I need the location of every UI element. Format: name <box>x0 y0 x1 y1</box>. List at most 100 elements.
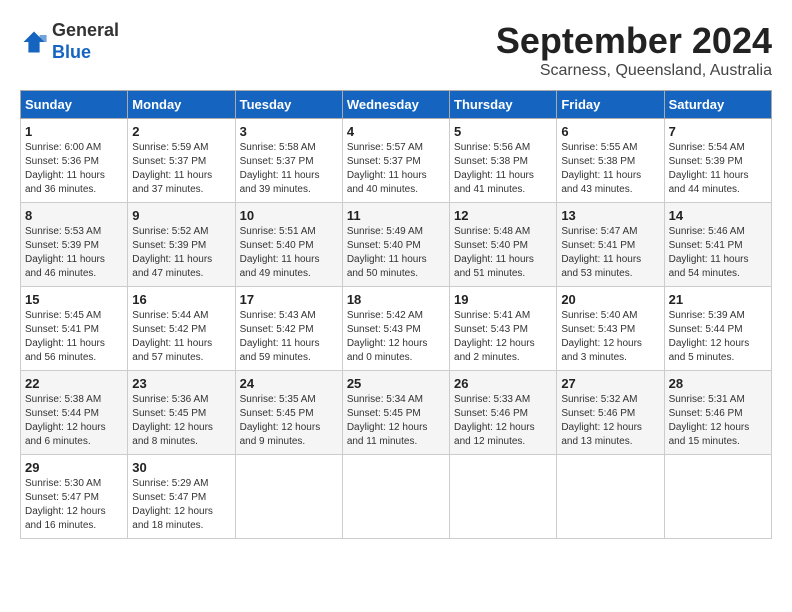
day-info: Sunrise: 5:55 AMSunset: 5:38 PMDaylight:… <box>561 141 659 197</box>
day-info: Sunrise: 5:45 AMSunset: 5:41 PMDaylight:… <box>25 309 123 365</box>
day-number: 17 <box>240 292 338 307</box>
table-row: 1 Sunrise: 6:00 AMSunset: 5:36 PMDayligh… <box>21 119 128 203</box>
table-row: 16 Sunrise: 5:44 AMSunset: 5:42 PMDaylig… <box>128 287 235 371</box>
calendar-table: Sunday Monday Tuesday Wednesday Thursday… <box>20 90 772 539</box>
day-number: 25 <box>347 376 445 391</box>
calendar-week-1: 1 Sunrise: 6:00 AMSunset: 5:36 PMDayligh… <box>21 119 772 203</box>
table-row: 29 Sunrise: 5:30 AMSunset: 5:47 PMDaylig… <box>21 455 128 539</box>
day-number: 1 <box>25 124 123 139</box>
day-info: Sunrise: 5:49 AMSunset: 5:40 PMDaylight:… <box>347 225 445 281</box>
day-info: Sunrise: 5:40 AMSunset: 5:43 PMDaylight:… <box>561 309 659 365</box>
day-number: 29 <box>25 460 123 475</box>
table-row: 14 Sunrise: 5:46 AMSunset: 5:41 PMDaylig… <box>664 203 771 287</box>
day-info: Sunrise: 6:00 AMSunset: 5:36 PMDaylight:… <box>25 141 123 197</box>
day-number: 4 <box>347 124 445 139</box>
day-number: 3 <box>240 124 338 139</box>
table-row: 12 Sunrise: 5:48 AMSunset: 5:40 PMDaylig… <box>450 203 557 287</box>
table-row: 23 Sunrise: 5:36 AMSunset: 5:45 PMDaylig… <box>128 371 235 455</box>
day-info: Sunrise: 5:47 AMSunset: 5:41 PMDaylight:… <box>561 225 659 281</box>
logo-general: General <box>52 20 119 40</box>
table-row: 17 Sunrise: 5:43 AMSunset: 5:42 PMDaylig… <box>235 287 342 371</box>
day-info: Sunrise: 5:35 AMSunset: 5:45 PMDaylight:… <box>240 393 338 449</box>
table-row: 22 Sunrise: 5:38 AMSunset: 5:44 PMDaylig… <box>21 371 128 455</box>
day-info: Sunrise: 5:39 AMSunset: 5:44 PMDaylight:… <box>669 309 767 365</box>
day-info: Sunrise: 5:58 AMSunset: 5:37 PMDaylight:… <box>240 141 338 197</box>
day-number: 2 <box>132 124 230 139</box>
table-row: 18 Sunrise: 5:42 AMSunset: 5:43 PMDaylig… <box>342 287 449 371</box>
col-monday: Monday <box>128 91 235 119</box>
day-number: 10 <box>240 208 338 223</box>
day-number: 19 <box>454 292 552 307</box>
day-number: 27 <box>561 376 659 391</box>
table-row: 4 Sunrise: 5:57 AMSunset: 5:37 PMDayligh… <box>342 119 449 203</box>
logo-text: General Blue <box>52 20 119 63</box>
day-info: Sunrise: 5:43 AMSunset: 5:42 PMDaylight:… <box>240 309 338 365</box>
table-row: 30 Sunrise: 5:29 AMSunset: 5:47 PMDaylig… <box>128 455 235 539</box>
table-row: 15 Sunrise: 5:45 AMSunset: 5:41 PMDaylig… <box>21 287 128 371</box>
table-row: 25 Sunrise: 5:34 AMSunset: 5:45 PMDaylig… <box>342 371 449 455</box>
day-info: Sunrise: 5:41 AMSunset: 5:43 PMDaylight:… <box>454 309 552 365</box>
day-number: 26 <box>454 376 552 391</box>
table-row <box>664 455 771 539</box>
table-row: 24 Sunrise: 5:35 AMSunset: 5:45 PMDaylig… <box>235 371 342 455</box>
day-info: Sunrise: 5:44 AMSunset: 5:42 PMDaylight:… <box>132 309 230 365</box>
day-info: Sunrise: 5:46 AMSunset: 5:41 PMDaylight:… <box>669 225 767 281</box>
day-number: 9 <box>132 208 230 223</box>
day-number: 6 <box>561 124 659 139</box>
calendar-week-4: 22 Sunrise: 5:38 AMSunset: 5:44 PMDaylig… <box>21 371 772 455</box>
table-row: 19 Sunrise: 5:41 AMSunset: 5:43 PMDaylig… <box>450 287 557 371</box>
day-number: 28 <box>669 376 767 391</box>
table-row: 8 Sunrise: 5:53 AMSunset: 5:39 PMDayligh… <box>21 203 128 287</box>
day-info: Sunrise: 5:42 AMSunset: 5:43 PMDaylight:… <box>347 309 445 365</box>
col-tuesday: Tuesday <box>235 91 342 119</box>
day-number: 18 <box>347 292 445 307</box>
table-row: 11 Sunrise: 5:49 AMSunset: 5:40 PMDaylig… <box>342 203 449 287</box>
col-thursday: Thursday <box>450 91 557 119</box>
col-wednesday: Wednesday <box>342 91 449 119</box>
page-header: General Blue September 2024 Scarness, Qu… <box>20 20 772 80</box>
logo-blue: Blue <box>52 42 91 62</box>
day-number: 13 <box>561 208 659 223</box>
day-info: Sunrise: 5:29 AMSunset: 5:47 PMDaylight:… <box>132 477 230 533</box>
col-sunday: Sunday <box>21 91 128 119</box>
table-row <box>235 455 342 539</box>
day-info: Sunrise: 5:52 AMSunset: 5:39 PMDaylight:… <box>132 225 230 281</box>
col-friday: Friday <box>557 91 664 119</box>
calendar-week-3: 15 Sunrise: 5:45 AMSunset: 5:41 PMDaylig… <box>21 287 772 371</box>
logo: General Blue <box>20 20 119 63</box>
day-number: 21 <box>669 292 767 307</box>
day-number: 24 <box>240 376 338 391</box>
day-number: 7 <box>669 124 767 139</box>
day-number: 11 <box>347 208 445 223</box>
day-number: 12 <box>454 208 552 223</box>
calendar-week-2: 8 Sunrise: 5:53 AMSunset: 5:39 PMDayligh… <box>21 203 772 287</box>
day-number: 8 <box>25 208 123 223</box>
day-number: 23 <box>132 376 230 391</box>
page-subtitle: Scarness, Queensland, Australia <box>496 62 772 80</box>
day-info: Sunrise: 5:53 AMSunset: 5:39 PMDaylight:… <box>25 225 123 281</box>
day-number: 5 <box>454 124 552 139</box>
day-info: Sunrise: 5:30 AMSunset: 5:47 PMDaylight:… <box>25 477 123 533</box>
day-number: 30 <box>132 460 230 475</box>
table-row: 9 Sunrise: 5:52 AMSunset: 5:39 PMDayligh… <box>128 203 235 287</box>
day-info: Sunrise: 5:54 AMSunset: 5:39 PMDaylight:… <box>669 141 767 197</box>
day-info: Sunrise: 5:32 AMSunset: 5:46 PMDaylight:… <box>561 393 659 449</box>
day-number: 14 <box>669 208 767 223</box>
logo-icon <box>20 28 48 56</box>
calendar-week-5: 29 Sunrise: 5:30 AMSunset: 5:47 PMDaylig… <box>21 455 772 539</box>
table-row <box>557 455 664 539</box>
col-saturday: Saturday <box>664 91 771 119</box>
table-row: 21 Sunrise: 5:39 AMSunset: 5:44 PMDaylig… <box>664 287 771 371</box>
day-number: 20 <box>561 292 659 307</box>
table-row <box>342 455 449 539</box>
table-row: 13 Sunrise: 5:47 AMSunset: 5:41 PMDaylig… <box>557 203 664 287</box>
title-block: September 2024 Scarness, Queensland, Aus… <box>496 20 772 80</box>
table-row: 2 Sunrise: 5:59 AMSunset: 5:37 PMDayligh… <box>128 119 235 203</box>
day-info: Sunrise: 5:38 AMSunset: 5:44 PMDaylight:… <box>25 393 123 449</box>
table-row: 27 Sunrise: 5:32 AMSunset: 5:46 PMDaylig… <box>557 371 664 455</box>
day-number: 22 <box>25 376 123 391</box>
table-row: 10 Sunrise: 5:51 AMSunset: 5:40 PMDaylig… <box>235 203 342 287</box>
day-info: Sunrise: 5:33 AMSunset: 5:46 PMDaylight:… <box>454 393 552 449</box>
day-info: Sunrise: 5:48 AMSunset: 5:40 PMDaylight:… <box>454 225 552 281</box>
day-info: Sunrise: 5:51 AMSunset: 5:40 PMDaylight:… <box>240 225 338 281</box>
